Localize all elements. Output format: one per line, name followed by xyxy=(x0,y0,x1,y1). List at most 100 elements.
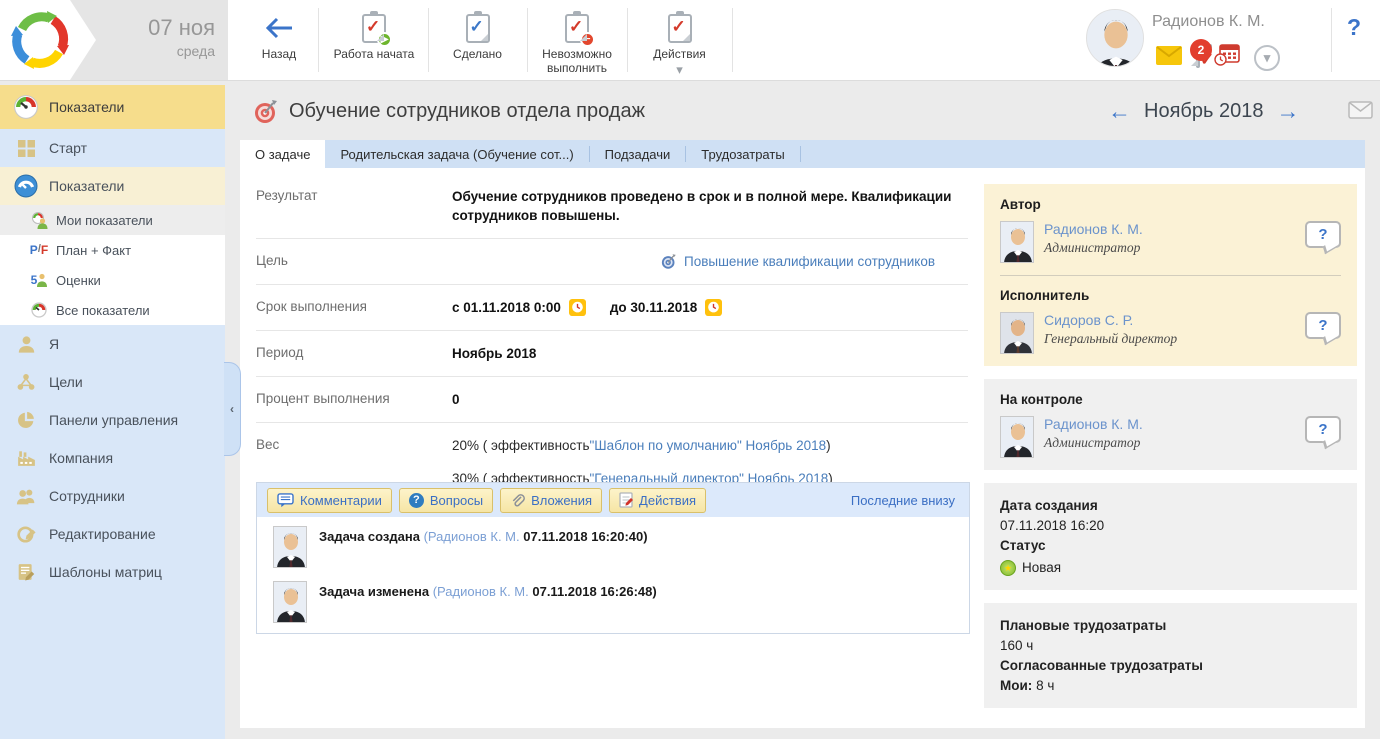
sidebar-item-employees[interactable]: Сотрудники xyxy=(0,477,225,515)
sidebar-item-grades[interactable]: 5 Оценки xyxy=(0,265,225,295)
sidebar-subsection: Мои показатели P/F План + Факт 5 Оценки xyxy=(0,205,225,325)
prev-month-arrow[interactable]: ← xyxy=(1108,99,1131,123)
weight-row: 20% ( эффективность "Шаблон по умолчанию… xyxy=(452,436,968,455)
created-value: 07.11.2018 16:20 xyxy=(1000,516,1341,536)
comments-box: Комментарии ? Вопросы Вложения xyxy=(256,482,970,634)
control-avatar[interactable] xyxy=(1000,416,1034,458)
sidebar-item-plan-fact[interactable]: P/F План + Факт xyxy=(0,235,225,265)
app-logo-icon xyxy=(9,9,71,71)
comment-item: Задача изменена (Радионов К. М. 07.11.20… xyxy=(257,572,969,627)
help-button[interactable]: ? xyxy=(1347,14,1361,41)
toolbar-separator xyxy=(732,8,733,72)
period-value: Ноябрь 2018 xyxy=(452,344,968,363)
sidebar-item-start[interactable]: Старт xyxy=(0,129,225,167)
actions-log-button[interactable]: Действия xyxy=(609,488,706,513)
sidebar-section-indicators[interactable]: Показатели xyxy=(0,85,225,129)
status-value: Новая xyxy=(1022,558,1061,578)
back-button[interactable]: Назад xyxy=(240,0,318,80)
executor-name-link[interactable]: Сидоров С. Р. xyxy=(1044,312,1177,328)
comment-bubble-icon xyxy=(277,493,294,508)
comment-author-link[interactable]: (Радионов К. М. xyxy=(424,529,520,544)
sidebar-item-all-indicators[interactable]: Все показатели xyxy=(0,295,225,325)
people-card: Автор Радионов К. М. Администратор ? Исп… xyxy=(984,184,1357,366)
status-row: ★ Новая xyxy=(1000,558,1341,578)
author-name-link[interactable]: Радионов К. М. xyxy=(1044,221,1143,237)
gauge-person-icon xyxy=(30,212,48,229)
tab-separator xyxy=(800,146,801,162)
question-bubble-icon[interactable]: ? xyxy=(1305,312,1341,339)
labor-card: Плановые трудозатраты 160 ч Согласованны… xyxy=(984,603,1357,708)
period-mail-icon[interactable] xyxy=(1348,101,1373,124)
executor-row: Сидоров С. Р. Генеральный директор ? xyxy=(1000,312,1341,354)
goal-link[interactable]: Повышение квалификации сотрудников xyxy=(684,252,935,271)
comments-toolbar: Комментарии ? Вопросы Вложения xyxy=(257,483,969,517)
planned-labor-label: Плановые трудозатраты xyxy=(1000,616,1341,636)
comments-button[interactable]: Комментарии xyxy=(267,488,392,513)
card-divider xyxy=(1000,275,1341,276)
author-label: Автор xyxy=(1000,197,1341,212)
field-result: Результат Обучение сотрудников проведено… xyxy=(256,174,968,239)
toolbar-separator xyxy=(627,8,628,72)
user-avatar[interactable] xyxy=(1086,9,1144,67)
executor-avatar[interactable] xyxy=(1000,312,1034,354)
tab-subtasks[interactable]: Подзадачи xyxy=(590,140,686,168)
task-panel: Результат Обучение сотрудников проведено… xyxy=(240,168,1365,728)
comment-author-avatar[interactable] xyxy=(273,526,307,568)
author-avatar[interactable] xyxy=(1000,221,1034,263)
sidebar-item-dashboards[interactable]: Панели управления xyxy=(0,401,225,439)
term-from: с 01.11.2018 0:00 xyxy=(452,298,561,317)
clock-icon[interactable] xyxy=(705,299,722,316)
sidebar-item-matrix-templates[interactable]: Шаблоны матриц xyxy=(0,553,225,591)
next-month-arrow[interactable]: → xyxy=(1276,99,1299,123)
impossible-button[interactable]: ✓− Невозможно выполнить xyxy=(529,0,625,80)
mail-icon[interactable] xyxy=(1156,46,1182,70)
tab-parent-task[interactable]: Родительская задача (Обучение сот...) xyxy=(325,140,588,168)
field-term: Срок выполнения с 01.11.2018 0:00 до 30.… xyxy=(256,285,968,331)
actions-menu-button[interactable]: ✓ Действия ▾ xyxy=(629,0,730,80)
comment-author-avatar[interactable] xyxy=(273,581,307,623)
my-labor-value: 8 ч xyxy=(1036,678,1054,693)
grade-person-icon: 5 xyxy=(30,273,48,287)
done-button[interactable]: ✓ Сделано xyxy=(430,0,525,80)
sort-order-link[interactable]: Последние внизу xyxy=(851,493,959,508)
sidebar-item-goals[interactable]: Цели xyxy=(0,363,225,401)
sidebar-item-my-indicators[interactable]: Мои показатели xyxy=(0,205,225,235)
tasks-notification-icon[interactable]: ✓ 2 xyxy=(1196,49,1200,67)
clipboard-minus-icon: ✓− xyxy=(565,11,589,45)
blue-gauge-icon xyxy=(13,174,39,198)
notification-badge: 2 xyxy=(1190,39,1212,61)
calendar-clock-icon[interactable] xyxy=(1214,44,1240,71)
control-name-link[interactable]: Радионов К. М. xyxy=(1044,416,1143,432)
comment-item: Задача создана (Радионов К. М. 07.11.201… xyxy=(257,517,969,572)
user-name[interactable]: Радионов К. М. xyxy=(1152,13,1322,31)
period-label: Ноябрь 2018 xyxy=(1144,100,1263,123)
toolbar-separator xyxy=(527,8,528,72)
control-card: На контроле Радионов К. М. Администратор… xyxy=(984,379,1357,470)
user-menu-chevron-icon[interactable]: ▾ xyxy=(1254,45,1280,71)
toolbar-separator xyxy=(428,8,429,72)
action-doc-icon xyxy=(619,492,633,508)
sidebar-item-indicators[interactable]: Показатели xyxy=(0,167,225,205)
weight-template-link[interactable]: "Шаблон по умолчанию" Ноябрь 2018 xyxy=(590,436,827,455)
gauge-pencil-icon xyxy=(13,525,39,544)
attachments-button[interactable]: Вложения xyxy=(500,488,602,513)
gauge-icon xyxy=(13,94,39,120)
plan-fact-icon: P/F xyxy=(30,243,48,257)
grid-icon xyxy=(13,140,39,157)
sidebar-nav: Показатели Старт Показатели xyxy=(0,85,225,739)
sidebar-collapse-handle[interactable]: ‹ xyxy=(224,362,241,456)
current-weekday: среда xyxy=(100,41,215,61)
sidebar-item-me[interactable]: Я xyxy=(0,325,225,363)
comment-author-link[interactable]: (Радионов К. М. xyxy=(433,584,529,599)
sidebar-item-company[interactable]: Компания xyxy=(0,439,225,477)
question-bubble-icon[interactable]: ? xyxy=(1305,416,1341,443)
clock-icon[interactable] xyxy=(569,299,586,316)
factory-icon xyxy=(13,449,39,467)
field-percent: Процент выполнения 0 xyxy=(256,377,968,423)
tab-about-task[interactable]: О задаче xyxy=(240,140,325,168)
questions-button[interactable]: ? Вопросы xyxy=(399,488,493,513)
work-started-button[interactable]: ✓▶ Работа начата xyxy=(322,0,426,80)
sidebar-item-editing[interactable]: Редактирование xyxy=(0,515,225,553)
tab-labor-costs[interactable]: Трудозатраты xyxy=(686,140,799,168)
question-bubble-icon[interactable]: ? xyxy=(1305,221,1341,248)
